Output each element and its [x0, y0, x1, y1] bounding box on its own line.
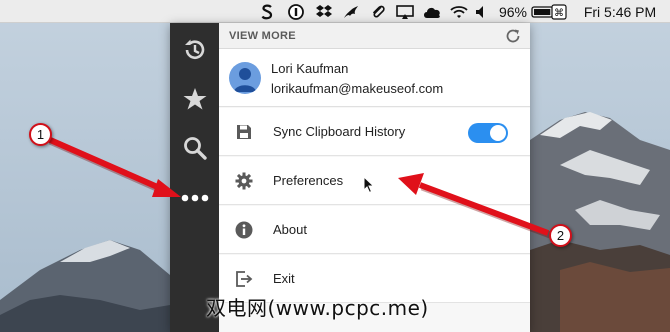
clipboard-app-popup: VIEW MORE Lori Kaufman lorikaufman@makeu… — [170, 23, 530, 332]
menu-header: VIEW MORE — [219, 23, 530, 49]
svg-text:⌘: ⌘ — [554, 8, 564, 19]
exit-icon — [234, 269, 254, 289]
exit-label: Exit — [273, 271, 295, 286]
sync-toggle[interactable] — [468, 123, 508, 143]
callout-badge-2: 2 — [549, 224, 572, 247]
account-name: Lori Kaufman — [271, 61, 349, 76]
about-label: About — [273, 222, 307, 237]
refresh-icon[interactable] — [504, 27, 522, 45]
volume-icon[interactable] — [474, 0, 490, 23]
more-icon[interactable] — [170, 173, 219, 222]
avatar — [229, 62, 261, 94]
save-icon — [234, 122, 254, 142]
dropbox-icon[interactable] — [314, 0, 334, 23]
gear-icon — [234, 171, 254, 191]
scribd-s-icon[interactable] — [258, 0, 276, 23]
cloud-icon[interactable] — [421, 0, 443, 23]
info-icon — [234, 220, 254, 240]
preferences-label: Preferences — [273, 173, 344, 188]
star-icon[interactable] — [170, 74, 219, 123]
keyboard-command-icon[interactable]: ⌘ — [549, 0, 569, 23]
toggle-knob — [490, 125, 506, 141]
view-more-title: VIEW MORE — [229, 30, 296, 42]
icon-rail — [170, 23, 219, 332]
mouse-cursor-icon — [363, 176, 375, 194]
clip-icon[interactable] — [368, 0, 388, 23]
menubar-clock[interactable]: Fri 5:46 PM — [580, 0, 660, 23]
search-icon[interactable] — [170, 123, 219, 172]
menu-item-about[interactable]: About — [219, 206, 530, 254]
menu-bar: 96% ⌘ Fri 5:46 PM — [0, 0, 670, 23]
sync-clipboard-label: Sync Clipboard History — [273, 124, 406, 139]
airplay-icon[interactable] — [395, 0, 415, 23]
wifi-icon[interactable] — [449, 0, 469, 23]
account-email: lorikaufman@makeuseof.com — [271, 81, 444, 96]
battery-percent: 96% — [498, 3, 528, 20]
history-icon[interactable] — [170, 25, 219, 74]
watermark-text: 双电网(www.pcpc.me) — [206, 296, 429, 320]
1password-icon[interactable] — [287, 0, 305, 23]
account-row[interactable]: Lori Kaufman lorikaufman@makeuseof.com — [219, 49, 530, 107]
callout-badge-1: 1 — [29, 123, 52, 146]
evernote-icon[interactable] — [341, 0, 361, 23]
menu-item-sync-clipboard[interactable]: Sync Clipboard History — [219, 108, 530, 156]
